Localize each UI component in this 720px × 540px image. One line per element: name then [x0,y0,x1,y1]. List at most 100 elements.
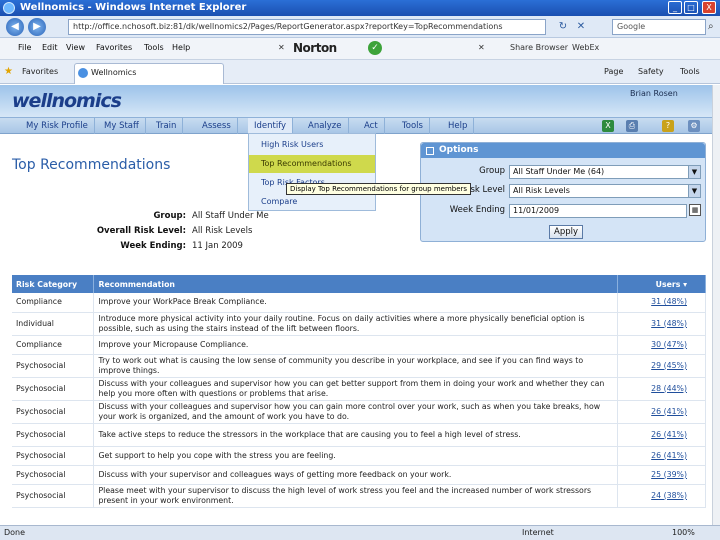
chevron-down-icon[interactable]: ▼ [688,166,700,178]
week-ending-input[interactable]: 11/01/2009 [509,204,687,218]
column-header-recommendation[interactable]: Recommendation [93,275,619,293]
forward-button[interactable]: ▶ [28,18,46,36]
options-collapse-toggle[interactable] [426,147,434,155]
menu-item-compare[interactable]: Compare [249,193,375,211]
menu-view[interactable]: View [66,43,85,52]
users-link[interactable]: 24 (38%) [617,484,706,508]
print-icon[interactable]: ⎙ [626,120,638,132]
menu-item-top-recommendations[interactable]: Top Recommendations [249,155,375,173]
brand-banner: wellnomics Brian Rosen [0,85,712,117]
window-title: Wellnomics - Windows Internet Explorer [20,2,247,13]
page-title: Top Recommendations [12,157,171,173]
group-select[interactable]: All Staff Under Me (64) ▼ [509,165,701,179]
recommendation-cell: Discuss with your colleagues and supervi… [93,400,619,424]
recommendation-cell: Get support to help you cope with the st… [93,446,619,466]
table-row: Individual Introduce more physical activi… [12,312,706,336]
share-browser-button[interactable]: Share Browser [510,43,568,52]
favorites-button[interactable]: Favorites [22,67,58,76]
norton-close-icon[interactable]: ✕ [278,43,285,52]
wellnomics-logo: wellnomics [12,90,122,112]
nav-my-staff[interactable]: My Staff [98,118,146,134]
table-row: Psychosocial Please meet with your superv… [12,484,706,508]
help-icon[interactable]: ? [662,120,674,132]
chevron-down-icon[interactable]: ▼ [688,185,700,197]
users-link[interactable]: 31 (48%) [617,293,706,313]
column-header-risk-category[interactable]: Risk Category [12,275,95,293]
users-link[interactable]: 29 (45%) [617,354,706,378]
tools-menu[interactable]: Tools [680,67,700,76]
menu-favorites[interactable]: Favorites [96,43,132,52]
risk-category-cell: Psychosocial [12,377,95,401]
summary-group-label: Group: [153,211,186,221]
users-link[interactable]: 26 (41%) [617,446,706,466]
settings-icon[interactable]: ⚙ [688,120,700,132]
maximize-button[interactable]: □ [684,1,698,14]
users-link[interactable]: 30 (47%) [617,335,706,355]
tab-title: Wellnomics [91,68,137,77]
page-menu[interactable]: Page [604,67,623,76]
users-link[interactable]: 25 (39%) [617,465,706,485]
table-row: Psychosocial Get support to help you cope… [12,446,706,466]
users-link[interactable]: 28 (44%) [617,377,706,401]
table-row: Psychosocial Try to work out what is caus… [12,354,706,378]
browser-tab[interactable]: Wellnomics [74,63,224,84]
recommendation-cell: Discuss with your colleagues and supervi… [93,377,619,401]
risk-category-cell: Psychosocial [12,400,95,424]
users-link[interactable]: 26 (41%) [617,400,706,424]
address-field[interactable]: http://office.nchosoft.biz:81/dk/wellnom… [68,19,546,35]
risk-category-cell: Individual [12,312,95,336]
apply-button[interactable]: Apply [549,225,583,239]
nav-identify[interactable]: Identify [248,118,294,134]
norton-check-icon[interactable]: ✓ [368,41,382,55]
search-input[interactable]: Google [612,19,706,35]
webex-button[interactable]: WebEx [572,43,599,52]
close-button[interactable]: X [702,1,716,14]
users-link[interactable]: 26 (41%) [617,423,706,447]
stop-icon[interactable]: ✕ [574,19,588,35]
window-title-bar: Wellnomics - Windows Internet Explorer _… [0,0,720,16]
favorites-bar: ★ Favorites Wellnomics Page Safety Tools [0,60,720,84]
safety-menu[interactable]: Safety [638,67,664,76]
nav-assess[interactable]: Assess [196,118,238,134]
summary-risk-value: All Risk Levels [192,226,253,236]
table-row: Psychosocial Take active steps to reduce … [12,423,706,447]
recommendation-cell: Take active steps to reduce the stressor… [93,423,619,447]
recommendation-cell: Try to work out what is causing the low … [93,354,619,378]
recommendation-cell: Discuss with your supervisor and colleag… [93,465,619,485]
refresh-icon[interactable]: ↻ [556,19,570,35]
app-nav-bar: My Risk Profile My Staff Train Assess Id… [0,117,712,134]
zoom-level[interactable]: 100% [672,528,695,537]
table-row: Psychosocial Discuss with your colleagues… [12,400,706,424]
nav-train[interactable]: Train [150,118,184,134]
group-select-value: All Staff Under Me (64) [513,167,605,176]
risk-category-cell: Psychosocial [12,423,95,447]
column-header-users[interactable]: Users ▾ [617,275,706,293]
risk-category-cell: Compliance [12,293,95,313]
recommendation-cell: Improve your WorkPace Break Compliance. [93,293,619,313]
summary-week-label: Week Ending: [120,241,186,251]
nav-tools[interactable]: Tools [396,118,430,134]
nav-analyze[interactable]: Analyze [302,118,349,134]
nav-my-risk-profile[interactable]: My Risk Profile [20,118,95,134]
calendar-icon[interactable]: ▦ [689,204,701,216]
risk-level-select[interactable]: All Risk Levels ▼ [509,184,701,198]
nav-help[interactable]: Help [442,118,475,134]
users-link[interactable]: 31 (48%) [617,312,706,336]
magnifier-icon[interactable]: ⌕ [708,21,714,32]
risk-category-cell: Psychosocial [12,465,95,485]
page-scrollbar[interactable] [712,85,720,525]
back-button[interactable]: ◀ [6,18,24,36]
menu-tools[interactable]: Tools [144,43,164,52]
menu-file[interactable]: File [18,43,31,52]
menu-help[interactable]: Help [172,43,190,52]
nav-act[interactable]: Act [358,118,385,134]
norton-logo: Norton [293,41,337,55]
favorites-star-icon[interactable]: ★ [4,66,13,77]
toolbar-close-icon[interactable]: ✕ [478,43,485,52]
excel-export-icon[interactable]: X [602,120,614,132]
menu-item-high-risk-users[interactable]: High Risk Users [249,136,375,154]
menu-edit[interactable]: Edit [42,43,58,52]
menu-tooltip: Display Top Recommendations for group me… [286,183,472,195]
minimize-button[interactable]: _ [668,1,682,14]
summary-risk-label: Overall Risk Level: [96,226,186,236]
